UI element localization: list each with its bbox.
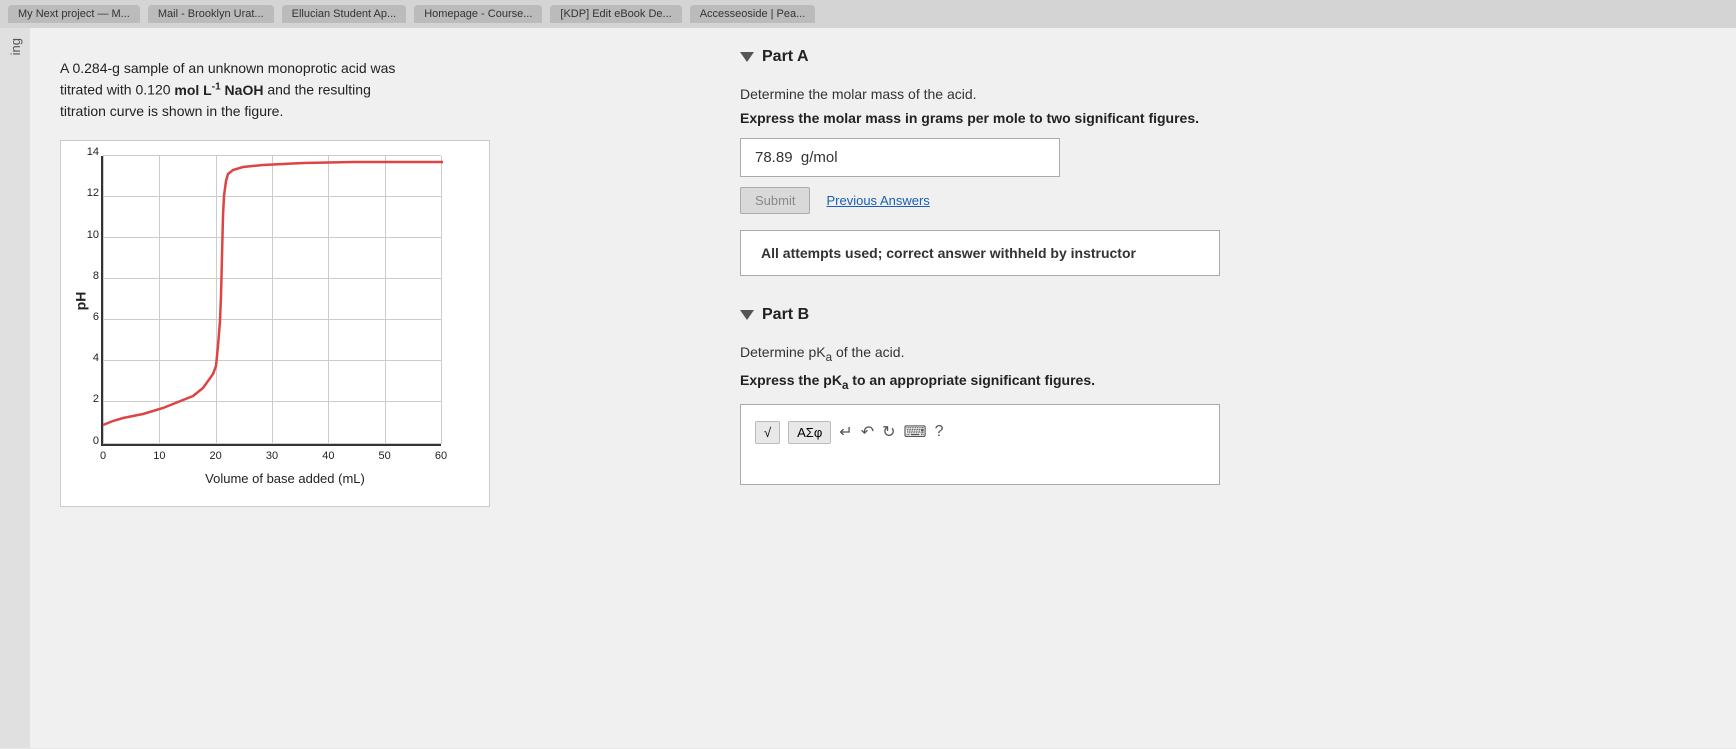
keyboard-icon[interactable]: ⌨ xyxy=(904,422,927,442)
y-axis-label: pH xyxy=(72,291,88,310)
sidebar-text: ing xyxy=(3,28,28,65)
right-panel: Part A Determine the molar mass of the a… xyxy=(710,28,1736,748)
problem-panel: A 0.284-g sample of an unknown monoproti… xyxy=(30,28,710,748)
tab-1[interactable]: My Next project — M... xyxy=(8,5,140,23)
symbol-button[interactable]: AΣφ xyxy=(788,421,831,444)
part-b-header: Part B xyxy=(740,306,1706,324)
tab-3[interactable]: Ellucian Student Ap... xyxy=(282,5,407,23)
collapse-icon-a[interactable] xyxy=(740,52,754,62)
x-tick-50: 50 xyxy=(379,450,391,462)
titration-graph: pH xyxy=(60,140,490,507)
left-sidebar: ing xyxy=(0,28,30,748)
x-tick-20: 20 xyxy=(210,450,222,462)
part-a-header: Part A xyxy=(740,48,1706,66)
y-tick-12: 12 xyxy=(87,187,99,199)
part-a-section: Part A Determine the molar mass of the a… xyxy=(740,48,1706,276)
x-axis-label: Volume of base added (mL) xyxy=(101,471,469,486)
submit-button[interactable]: Submit xyxy=(740,187,810,214)
y-tick-0: 0 xyxy=(93,435,99,447)
x-tick-30: 30 xyxy=(266,450,278,462)
y-tick-8: 8 xyxy=(93,270,99,282)
x-tick-0: 0 xyxy=(100,450,106,462)
y-tick-14: 14 xyxy=(87,146,99,158)
sqrt-button[interactable]: √ xyxy=(755,421,780,444)
previous-answers-link[interactable]: Previous Answers xyxy=(826,193,929,208)
molar-mass-input[interactable] xyxy=(740,138,1060,177)
x-tick-10: 10 xyxy=(153,450,165,462)
sqrt-icon: √ xyxy=(764,425,771,440)
undo-icon[interactable]: ↵ xyxy=(839,422,852,442)
collapse-icon-b[interactable] xyxy=(740,310,754,320)
part-a-label: Part A xyxy=(762,48,809,66)
help-icon[interactable]: ? xyxy=(935,423,944,441)
problem-description: A 0.284-g sample of an unknown monoproti… xyxy=(60,58,690,122)
part-a-instruction: Determine the molar mass of the acid. xyxy=(740,86,1706,102)
part-a-instruction-bold: Express the molar mass in grams per mole… xyxy=(740,110,1706,126)
refresh-icon[interactable]: ↻ xyxy=(882,422,895,442)
input-toolbar: √ AΣφ ↵ ↶ ↻ ⌨ ? xyxy=(751,415,1209,450)
tab-4[interactable]: Homepage - Course... xyxy=(414,5,542,23)
browser-bar: My Next project — M... Mail - Brooklyn U… xyxy=(0,0,1736,28)
symbol-label: AΣφ xyxy=(797,425,822,440)
pka-input[interactable] xyxy=(751,450,1209,474)
pka-input-area: √ AΣφ ↵ ↶ ↻ ⌨ ? xyxy=(740,404,1220,485)
submit-row: Submit Previous Answers xyxy=(740,187,1706,214)
part-b-instruction-bold: Express the pKa to an appropriate signif… xyxy=(740,372,1706,392)
x-tick-40: 40 xyxy=(322,450,334,462)
redo-icon[interactable]: ↶ xyxy=(861,422,874,442)
y-tick-2: 2 xyxy=(93,393,99,405)
y-tick-4: 4 xyxy=(93,352,99,364)
tab-2[interactable]: Mail - Brooklyn Urat... xyxy=(148,5,274,23)
part-b-section: Part B Determine pKa of the acid. Expres… xyxy=(740,306,1706,485)
curve-svg xyxy=(103,156,443,446)
part-b-instruction: Determine pKa of the acid. xyxy=(740,344,1706,364)
part-b-label: Part B xyxy=(762,306,809,324)
x-tick-60: 60 xyxy=(435,450,447,462)
y-tick-6: 6 xyxy=(93,311,99,323)
attempts-message: All attempts used; correct answer withhe… xyxy=(740,230,1220,276)
tab-6[interactable]: Accesseoside | Pea... xyxy=(690,5,816,23)
y-tick-10: 10 xyxy=(87,229,99,241)
tab-5[interactable]: [KDP] Edit eBook De... xyxy=(550,5,681,23)
